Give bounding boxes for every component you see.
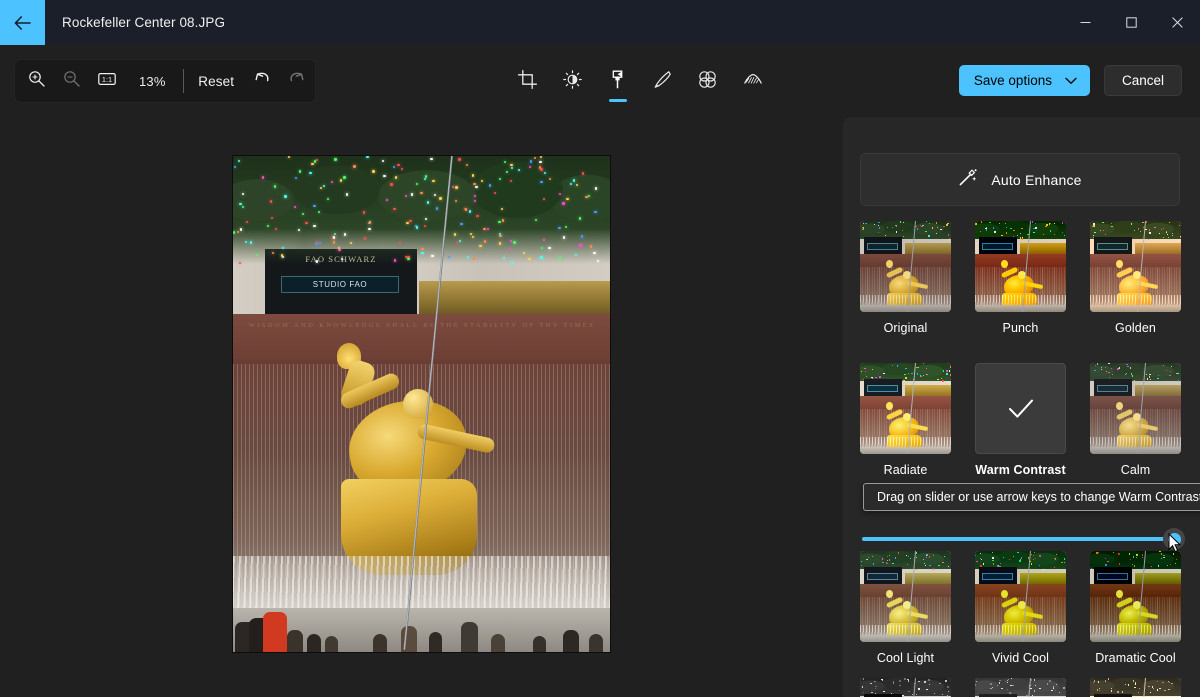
filter-item[interactable] [1090, 678, 1181, 697]
markup-tool[interactable] [640, 62, 685, 104]
filter-thumbnail[interactable] [860, 551, 951, 642]
filter-label: Radiate [860, 463, 951, 478]
back-arrow-icon [14, 16, 31, 30]
filter-item[interactable] [975, 678, 1066, 697]
filter-thumbnail[interactable] [860, 221, 951, 312]
filter-thumbnail[interactable] [1090, 551, 1181, 642]
filter-label: Dramatic Cool [1090, 651, 1181, 666]
actual-size-button[interactable]: 1:1 [90, 65, 125, 97]
save-options-button[interactable]: Save options [959, 65, 1090, 96]
filter-thumbnail[interactable] [975, 221, 1066, 312]
crop-tool[interactable] [505, 62, 550, 104]
filter-item[interactable] [860, 678, 951, 697]
filter-item-cool-light[interactable]: Cool Light [860, 551, 951, 666]
filter-item-original[interactable]: Original [860, 221, 951, 336]
filter-thumbnail[interactable] [975, 551, 1066, 642]
filter-thumbnail[interactable] [860, 363, 951, 454]
filter-item-golden[interactable]: Golden [1090, 221, 1181, 336]
window-title: Rockefeller Center 08.JPG [62, 15, 225, 30]
adjustment-tool[interactable] [550, 62, 595, 104]
filter-label: Cool Light [860, 651, 951, 666]
checkmark-icon [1004, 392, 1038, 426]
filter-label: Punch [975, 321, 1066, 336]
filter-row-gap [860, 666, 1200, 678]
slider-tooltip: Drag on slider or use arrow keys to chan… [863, 483, 1200, 511]
cancel-label: Cancel [1122, 73, 1164, 88]
filter-label: Golden [1090, 321, 1181, 336]
filter-thumbnail[interactable] [975, 363, 1066, 454]
redo-icon [288, 71, 306, 92]
filter-item-dramatic-cool[interactable]: Dramatic Cool [1090, 551, 1181, 666]
filter-label: Vivid Cool [975, 651, 1066, 666]
mouse-cursor [1168, 533, 1182, 558]
filter-item-vivid-cool[interactable]: Vivid Cool [975, 551, 1066, 666]
background-tool[interactable] [730, 62, 775, 104]
photo-canvas[interactable]: FAO SCHWARZ STUDIO FAO WISDOM AND KNOWLE… [0, 110, 843, 697]
zoom-toolbar: 1:1 13% Reset [14, 59, 316, 103]
action-buttons: Save options Cancel [959, 65, 1182, 96]
filter-row: Radiate Warm Contrast Calm [860, 363, 1200, 478]
filter-intensity-slider[interactable] [862, 528, 1180, 552]
filter-thumbnail[interactable] [1090, 363, 1181, 454]
maximize-button[interactable] [1108, 0, 1154, 45]
zoom-in-button[interactable] [19, 65, 54, 97]
tool-selected-indicator [609, 99, 627, 102]
photo-crowd [233, 590, 610, 652]
cancel-button[interactable]: Cancel [1104, 65, 1182, 96]
filter-item-warm-contrast[interactable]: Warm Contrast [975, 363, 1066, 478]
filter-tool[interactable] [595, 62, 640, 104]
window-controls [1062, 0, 1200, 45]
back-button[interactable] [0, 0, 45, 45]
photo-preview: FAO SCHWARZ STUDIO FAO WISDOM AND KNOWLE… [233, 156, 610, 652]
redo-button[interactable] [280, 65, 315, 97]
filter-item-radiate[interactable]: Radiate [860, 363, 951, 478]
filter-row-gap [860, 336, 1200, 363]
title-bar: Rockefeller Center 08.JPG [0, 0, 1200, 45]
filter-thumbnail[interactable] [860, 678, 951, 697]
close-button[interactable] [1154, 0, 1200, 45]
magic-wand-icon [958, 168, 977, 192]
filter-row: Original Punch Golden [860, 221, 1200, 336]
filter-label: Original [860, 321, 951, 336]
filter-thumbnail[interactable] [1090, 221, 1181, 312]
save-options-label: Save options [974, 73, 1052, 88]
zoom-out-icon [63, 70, 80, 92]
editing-tools [505, 62, 775, 104]
toolbar-divider [183, 69, 184, 93]
auto-enhance-button[interactable]: Auto Enhance [860, 153, 1180, 206]
photos-editor-window: Rockefeller Center 08.JPG [0, 0, 1200, 697]
filter-row: Cool Light Vivid Cool Dramatic Cool [860, 551, 1200, 666]
one-to-one-icon: 1:1 [98, 72, 116, 91]
filter-item-calm[interactable]: Calm [1090, 363, 1181, 478]
zoom-level-label: 13% [125, 74, 179, 89]
photo-prometheus-statue [321, 361, 501, 576]
reset-button[interactable]: Reset [188, 69, 244, 94]
undo-button[interactable] [244, 65, 279, 97]
minimize-button[interactable] [1062, 0, 1108, 45]
filter-label: Warm Contrast [975, 463, 1066, 478]
filter-label: Calm [1090, 463, 1181, 478]
filter-row [860, 678, 1200, 697]
chevron-down-icon[interactable] [1065, 73, 1077, 88]
auto-enhance-label: Auto Enhance [991, 172, 1081, 188]
photo-inscription: WISDOM AND KNOWLEDGE SHALL BE THE STABIL… [237, 320, 607, 344]
svg-text:1:1: 1:1 [102, 75, 112, 84]
slider-track[interactable] [862, 537, 1174, 541]
zoom-in-icon [28, 70, 45, 92]
filters-panel: Auto Enhance Original Punch Golden Radiate W… [843, 117, 1200, 697]
zoom-out-button[interactable] [54, 65, 89, 97]
undo-icon [253, 71, 271, 92]
filter-item-punch[interactable]: Punch [975, 221, 1066, 336]
filter-thumbnail[interactable] [975, 678, 1066, 697]
filter-thumbnail[interactable] [1090, 678, 1181, 697]
erase-tool[interactable] [685, 62, 730, 104]
filter-grid: Original Punch Golden Radiate Warm Contrast C… [860, 221, 1200, 697]
